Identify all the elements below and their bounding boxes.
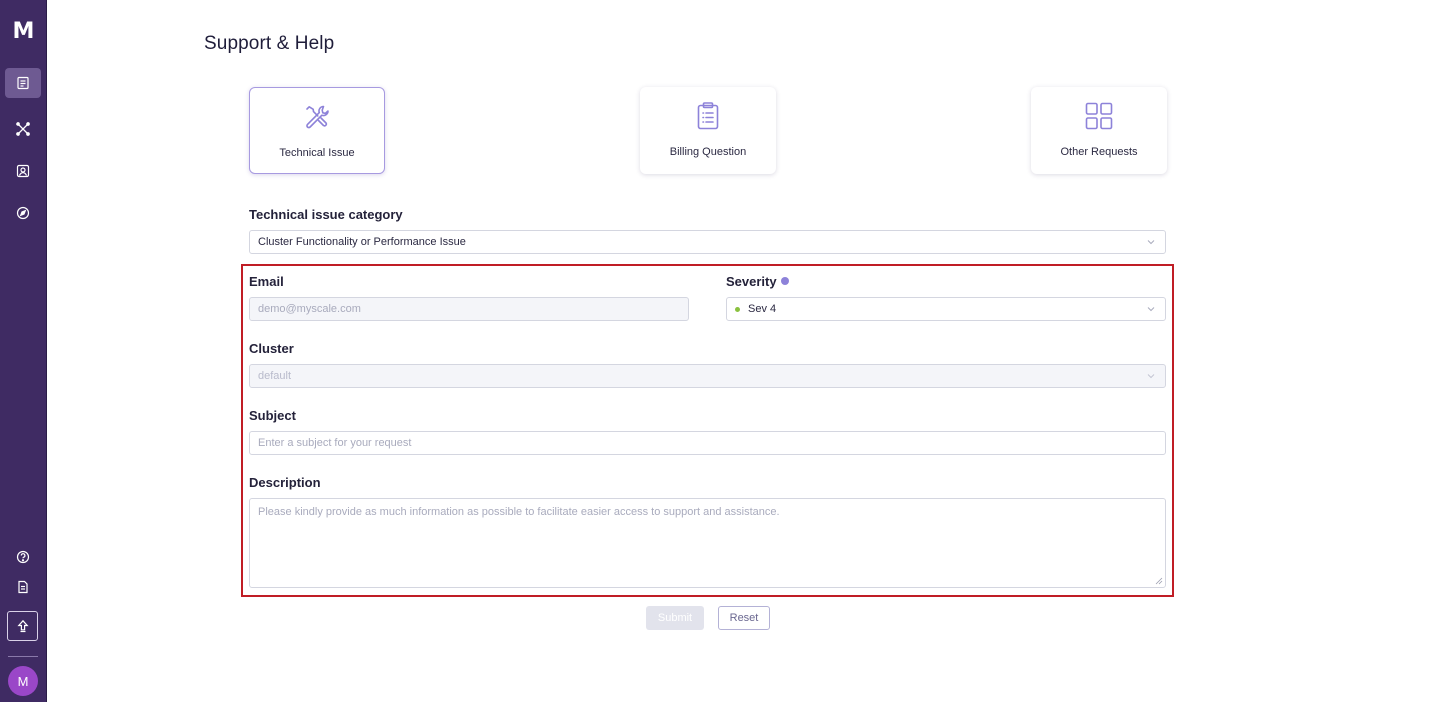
- cluster-select[interactable]: default: [249, 364, 1166, 388]
- severity-value: Sev 4: [748, 303, 777, 315]
- cluster-value: default: [258, 370, 292, 382]
- contacts-icon: [16, 164, 30, 178]
- sidebar-item-dashboard[interactable]: [5, 68, 41, 98]
- document-icon: [18, 580, 28, 594]
- sidebar-item-docs[interactable]: [5, 572, 41, 602]
- severity-label-text: Severity: [726, 274, 777, 289]
- email-placeholder: demo@myscale.com: [258, 303, 361, 315]
- request-type-label: Technical Issue: [279, 147, 355, 159]
- severity-label: Severity: [726, 274, 789, 289]
- severity-select[interactable]: Sev 4: [726, 297, 1166, 321]
- reset-button[interactable]: Reset: [718, 606, 770, 630]
- description-label: Description: [249, 475, 321, 490]
- sidebar-item-connections[interactable]: [5, 114, 41, 144]
- subject-placeholder: Enter a subject for your request: [258, 437, 412, 449]
- dashboard-icon: [17, 76, 29, 90]
- subject-field[interactable]: Enter a subject for your request: [249, 431, 1166, 455]
- clipboard-icon: [697, 102, 719, 130]
- page-title: Support & Help: [204, 33, 335, 54]
- request-type-label: Other Requests: [1060, 146, 1138, 158]
- description-placeholder: Please kindly provide as much informatio…: [258, 506, 780, 518]
- connect-icon: [16, 122, 30, 136]
- chevron-down-icon: [1147, 240, 1155, 245]
- compass-icon: [16, 206, 30, 220]
- severity-status-dot: [735, 306, 740, 312]
- upgrade-button[interactable]: [7, 611, 38, 641]
- cluster-label: Cluster: [249, 341, 294, 356]
- submit-button[interactable]: Submit: [646, 606, 704, 630]
- description-field[interactable]: Please kindly provide as much informatio…: [249, 498, 1166, 588]
- sidebar: M M: [0, 0, 47, 702]
- sidebar-divider: [8, 656, 38, 657]
- subject-label: Subject: [249, 408, 296, 423]
- request-type-other-requests[interactable]: Other Requests: [1031, 87, 1167, 174]
- chevron-down-icon: [1147, 374, 1155, 379]
- info-icon[interactable]: [780, 277, 789, 285]
- request-type-billing-question[interactable]: Billing Question: [640, 87, 776, 174]
- chevron-down-icon: [1147, 307, 1155, 312]
- sidebar-item-explore[interactable]: [5, 198, 41, 228]
- email-field[interactable]: demo@myscale.com: [249, 297, 689, 321]
- email-label: Email: [249, 274, 284, 289]
- request-type-technical-issue[interactable]: Technical Issue: [249, 87, 385, 174]
- resize-grip-icon[interactable]: [1155, 577, 1163, 585]
- category-value: Cluster Functionality or Performance Iss…: [258, 236, 466, 248]
- avatar[interactable]: M: [8, 666, 38, 696]
- category-select[interactable]: Cluster Functionality or Performance Iss…: [249, 230, 1166, 254]
- sidebar-item-contacts[interactable]: [5, 156, 41, 186]
- sidebar-item-help[interactable]: [5, 542, 41, 572]
- tools-icon: [306, 105, 329, 129]
- help-circle-icon: [16, 550, 30, 564]
- app-logo[interactable]: M: [0, 19, 47, 44]
- request-type-label: Billing Question: [669, 146, 747, 158]
- grid-icon: [1085, 102, 1113, 130]
- upgrade-icon: [16, 619, 29, 633]
- category-label: Technical issue category: [249, 207, 403, 222]
